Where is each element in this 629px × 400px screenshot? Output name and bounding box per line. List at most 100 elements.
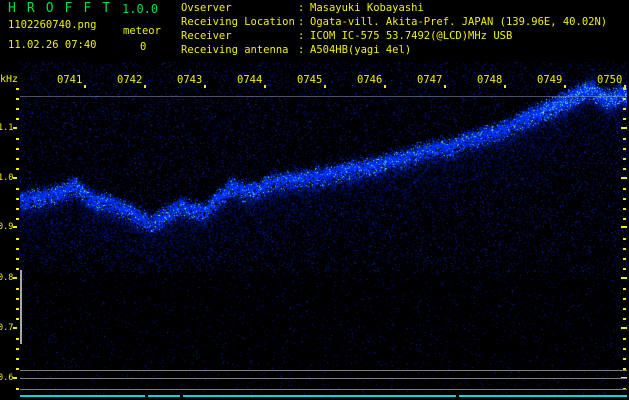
freq-minor-tick [16,258,19,260]
freq-minor-tick [16,148,19,150]
carrier-reference-line [20,96,627,97]
freq-minor-tick [16,318,19,320]
freq-minor-tick [16,358,19,360]
freq-minor-tick [16,118,19,120]
freq-minor-tick [16,338,19,340]
freq-minor-tick-right [623,98,626,100]
freq-minor-tick-right [623,108,626,110]
freq-minor-tick-right [623,168,626,170]
info-value: Masayuki Kobayashi [310,2,424,14]
station-info: Ovserver: Masayuki Kobayashi Receiving Lo… [181,1,607,57]
freq-minor-tick-right [623,248,626,250]
freq-minor-tick [16,368,19,370]
datetime-label: 11.02.26 07:40 [8,39,97,51]
freq-minor-tick [16,158,19,160]
freq-minor-tick [16,238,19,240]
time-minute-tick [204,85,206,88]
app-title: H R O F F T [8,1,112,16]
freq-major-tick [13,127,17,129]
freq-minor-tick-right [623,258,626,260]
info-separator: : [298,2,305,14]
time-tick-label: 0749 [537,74,563,86]
info-label: Receiving Location [181,16,295,28]
spectrogram-canvas [20,62,627,398]
time-minute-tick [504,85,506,88]
signal-level-trace [459,395,627,397]
freq-minor-tick [16,98,19,100]
freq-minor-tick-right [623,348,626,350]
freq-major-tick-right [621,177,627,179]
time-tick-label: 0748 [477,74,503,86]
signal-level-trace [183,395,456,397]
freq-minor-tick-right [623,158,626,160]
freq-minor-tick-right [623,288,626,290]
level-reference-line [20,370,627,371]
counting-band-marker [20,270,22,344]
freq-minor-tick [16,268,19,270]
freq-minor-tick-right [623,308,626,310]
info-row-observer: Ovserver: Masayuki Kobayashi [181,1,607,15]
freq-minor-tick [16,88,19,90]
freq-minor-tick-right [623,218,626,220]
freq-minor-tick-right [623,238,626,240]
freq-minor-tick [16,308,19,310]
freq-minor-tick [16,108,19,110]
time-tick-label: 0743 [177,74,203,86]
freq-minor-tick [16,298,19,300]
time-minute-tick [444,85,446,88]
freq-major-tick-right [621,277,627,279]
time-tick-label: 0746 [357,74,383,86]
freq-major-tick [13,177,17,179]
freq-minor-tick [16,218,19,220]
freq-tick-label: 0.6 [0,373,14,383]
time-tick-label: 0745 [297,74,323,86]
freq-minor-tick [16,198,19,200]
time-tick-label: 0744 [237,74,263,86]
info-label: Receiving antenna [181,44,289,56]
time-minute-tick [624,85,626,88]
info-separator: : [298,44,305,56]
level-reference-line [20,378,627,379]
freq-major-tick-right [621,226,627,228]
freq-major-tick-right [621,327,627,329]
freq-minor-tick-right [623,88,626,90]
time-tick-label: 0741 [57,74,83,86]
hrofft-window: H R O F F T 1.0.0 1102260740.png meteor … [0,0,629,400]
signal-level-trace [148,395,180,397]
freq-tick-label: 0.8 [0,273,14,283]
freq-major-tick [13,327,17,329]
freq-minor-tick [16,138,19,140]
time-tick-label: 0747 [417,74,443,86]
freq-minor-tick-right [623,118,626,120]
freq-minor-tick [16,288,19,290]
freq-minor-tick-right [623,208,626,210]
time-minute-tick [384,85,386,88]
freq-tick-label: 0.7 [0,323,14,333]
freq-major-tick [13,377,17,379]
freq-major-tick-right [621,127,627,129]
freq-minor-tick-right [623,268,626,270]
app-version: 1.0.0 [122,2,159,16]
info-label: Receiver [181,30,232,42]
time-tick-label: 0742 [117,74,143,86]
meteor-count-label: meteor [123,25,161,37]
time-minute-tick [144,85,146,88]
time-minute-tick [264,85,266,88]
freq-minor-tick [16,168,19,170]
freq-minor-tick [16,208,19,210]
freq-tick-label: 1.0 [0,173,14,183]
info-separator: : [298,16,305,28]
freq-minor-tick-right [623,148,626,150]
freq-minor-tick [16,388,19,390]
signal-level-trace [20,395,145,397]
info-row-antenna: Receiving antenna: A504HB(yagi 4el) [181,43,607,57]
time-minute-tick [84,85,86,88]
output-filename: 1102260740.png [8,19,97,31]
info-value: Ogata-vill. Akita-Pref. JAPAN (139.96E, … [310,16,608,28]
info-value: A504HB(yagi 4el) [310,44,412,56]
info-row-receiver: Receiver: ICOM IC-575 53.7492(@LCD)MHz US… [181,29,607,43]
info-label: Ovserver [181,2,232,14]
freq-minor-tick-right [623,318,626,320]
info-value: ICOM IC-575 53.7492(@LCD)MHz USB [310,30,513,42]
freq-minor-tick-right [623,358,626,360]
